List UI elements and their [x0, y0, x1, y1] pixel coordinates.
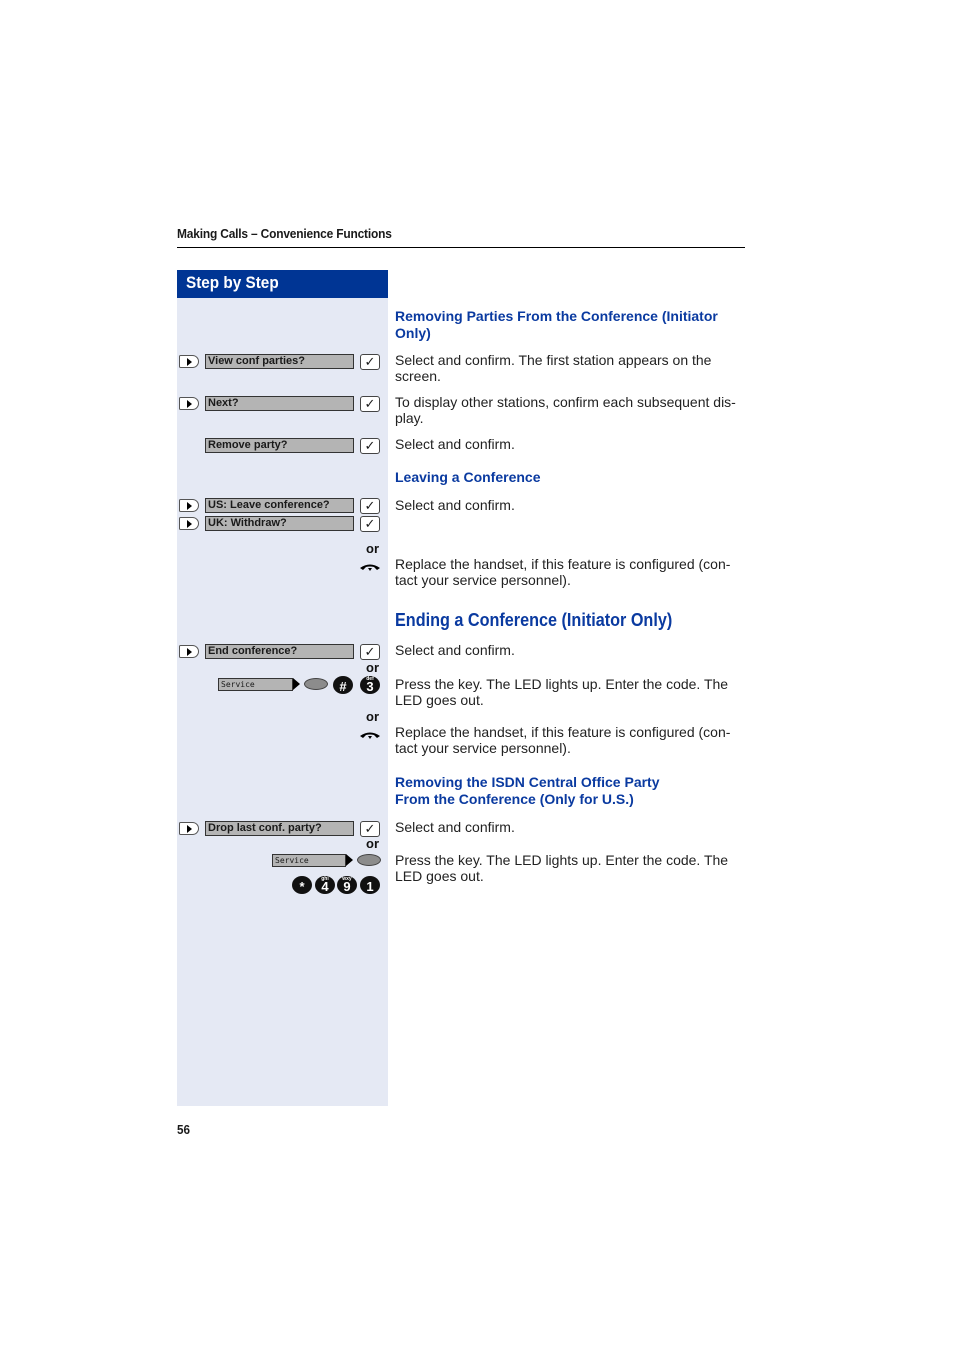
digit-4-key-icon[interactable]: ghi 4 [315, 876, 335, 894]
hash-key-icon[interactable]: # [333, 676, 353, 694]
digit-1-key-icon[interactable]: 1 [360, 876, 380, 894]
page-number: 56 [177, 1122, 191, 1137]
key-label: * [299, 879, 305, 894]
step-text: Replace the handset, if this feature is … [395, 556, 747, 588]
display-option-remove-party[interactable]: Remove party? [205, 438, 354, 453]
step-text: Replace the handset, if this feature is … [395, 724, 747, 756]
step-text: Press the key. The LED lights up. Enter … [395, 676, 747, 708]
text-line: To display other stations, confirm each … [395, 394, 736, 410]
step-text: Select and confirm. [395, 497, 515, 513]
section-heading-leaving-conference: Leaving a Conference [395, 469, 541, 485]
scroll-arrow-button[interactable] [179, 645, 199, 658]
text-line: tact your service personnel). [395, 572, 571, 588]
scroll-arrow-button[interactable] [179, 822, 199, 835]
step-text: To display other stations, confirm each … [395, 394, 747, 426]
step-by-step-column [177, 298, 388, 1106]
scroll-arrow-button[interactable] [179, 355, 199, 368]
or-label: or [366, 541, 379, 556]
text-line: Replace the handset, if this feature is … [395, 556, 731, 572]
key-label: 1 [366, 879, 374, 894]
or-label: or [366, 660, 379, 675]
heading-line: Only) [395, 325, 431, 341]
handset-icon [360, 732, 380, 739]
service-key-pointer [346, 854, 353, 866]
handset-icon [360, 564, 380, 571]
step-text: Select and confirm. [395, 436, 515, 452]
section-heading-removing-isdn-party: Removing the ISDN Central Office Party F… [395, 774, 660, 808]
text-line: play. [395, 410, 424, 426]
display-option-us-leave-conference[interactable]: US: Leave conference? [205, 498, 354, 513]
scroll-arrow-button[interactable] [179, 499, 199, 512]
running-header: Making Calls – Convenience Functions [177, 226, 392, 241]
header-rule [177, 247, 745, 248]
confirm-check-icon[interactable]: ✓ [360, 438, 380, 454]
or-label: or [366, 709, 379, 724]
step-text: Press the key. The LED lights up. Enter … [395, 852, 747, 884]
scroll-arrow-button[interactable] [179, 397, 199, 410]
text-line: tact your service personnel). [395, 740, 571, 756]
text-line: LED goes out. [395, 692, 484, 708]
led-key-icon[interactable] [357, 854, 381, 866]
step-by-step-header: Step by Step [177, 270, 388, 298]
service-key-pointer [293, 678, 300, 690]
key-label: 4 [321, 879, 329, 894]
digit-3-key-icon[interactable]: def 3 [360, 676, 380, 694]
service-key[interactable]: Service [272, 854, 346, 867]
heading-line: Removing Parties From the Conference (In… [395, 308, 718, 324]
section-heading-removing-parties: Removing Parties From the Conference (In… [395, 308, 718, 342]
display-option-drop-last-conf-party[interactable]: Drop last conf. party? [205, 821, 354, 836]
text-line: Replace the handset, if this feature is … [395, 724, 731, 740]
step-text: Select and confirm. [395, 819, 515, 835]
text-line: Press the key. The LED lights up. Enter … [395, 852, 729, 868]
text-line: Select and confirm. The first station ap… [395, 352, 712, 368]
heading-line: Removing the ISDN Central Office Party [395, 774, 660, 790]
key-label: 3 [366, 679, 374, 694]
key-label: 9 [343, 879, 351, 894]
display-option-next[interactable]: Next? [205, 396, 354, 411]
confirm-check-icon[interactable]: ✓ [360, 354, 380, 370]
confirm-check-icon[interactable]: ✓ [360, 644, 380, 660]
scroll-arrow-button[interactable] [179, 517, 199, 530]
heading-line: From the Conference (Only for U.S.) [395, 791, 634, 807]
led-key-icon[interactable] [304, 678, 328, 690]
star-key-icon[interactable]: * [292, 876, 312, 894]
text-line: screen. [395, 368, 441, 384]
confirm-check-icon[interactable]: ✓ [360, 821, 380, 837]
display-option-end-conference[interactable]: End conference? [205, 644, 354, 659]
digit-9-key-icon[interactable]: wxy 9 [337, 876, 357, 894]
step-by-step-title: Step by Step [186, 273, 279, 292]
text-line: Press the key. The LED lights up. Enter … [395, 676, 729, 692]
service-key[interactable]: Service [218, 678, 293, 691]
step-text: Select and confirm. [395, 642, 515, 658]
confirm-check-icon[interactable]: ✓ [360, 396, 380, 412]
step-text: Select and confirm. The first station ap… [395, 352, 747, 384]
confirm-check-icon[interactable]: ✓ [360, 498, 380, 514]
display-option-view-conf-parties[interactable]: View conf parties? [205, 354, 354, 369]
or-label: or [366, 836, 379, 851]
key-label: # [339, 679, 347, 694]
confirm-check-icon[interactable]: ✓ [360, 516, 380, 532]
text-line: LED goes out. [395, 868, 484, 884]
section-heading-ending-conference: Ending a Conference (Initiator Only) [395, 610, 673, 630]
display-option-uk-withdraw[interactable]: UK: Withdraw? [205, 516, 354, 531]
